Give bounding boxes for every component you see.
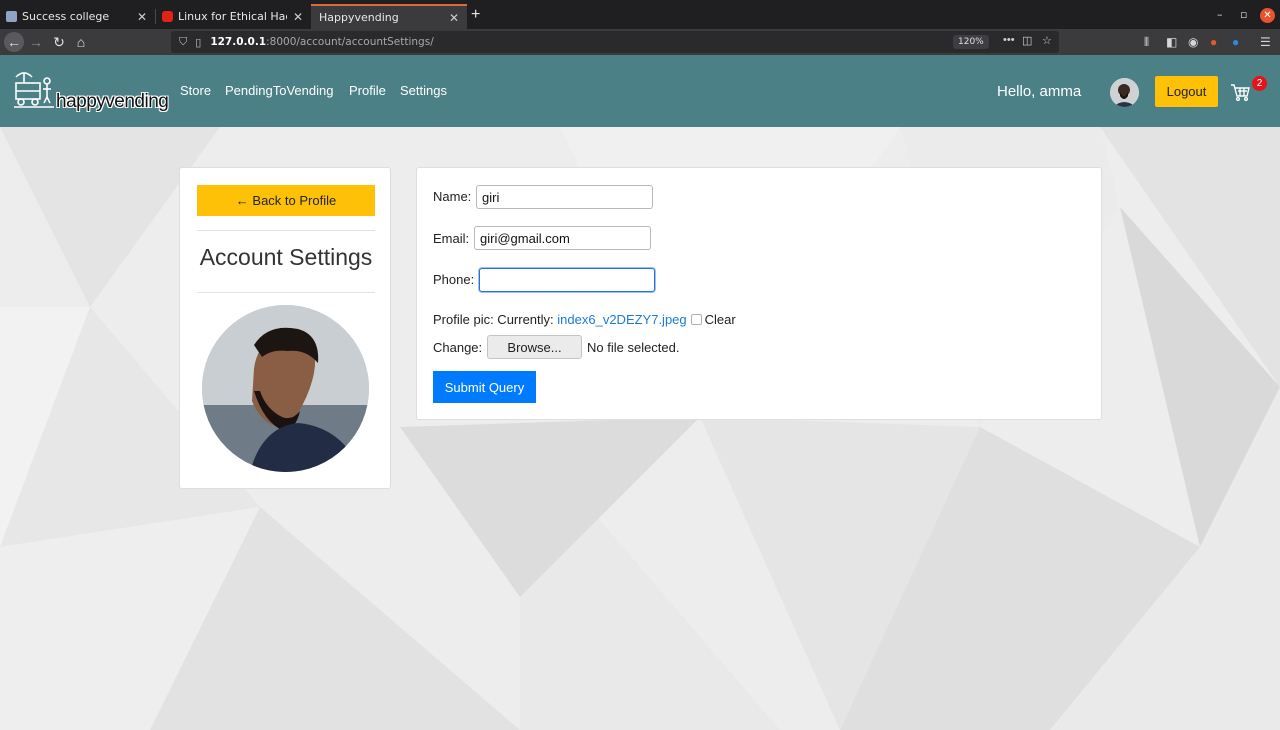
home-icon[interactable]: ⌂ [71,32,91,52]
browser-tab-bar: Success college ✕ Linux for Ethical Hack… [0,0,1280,29]
zoom-level[interactable]: 120% [953,35,989,49]
user-avatar[interactable] [1110,78,1139,107]
profile-pic-row: Profile pic: Currently: index6_v2DEZY7.j… [433,312,736,327]
page-icon: ▯ [195,36,202,49]
new-tab-icon[interactable]: + [471,6,480,24]
library-icon[interactable]: ⫴ [1144,35,1149,50]
nav-store[interactable]: Store [180,83,211,98]
clear-label: Clear [704,312,736,327]
close-tab-icon[interactable]: ✕ [293,10,303,24]
tab-title: Success college [22,10,110,23]
minimize-icon[interactable]: – [1217,8,1223,21]
tab-success-college[interactable]: Success college ✕ [0,4,155,29]
shield-icon: ⛉ [179,35,188,48]
greeting-text: Hello, amma [997,83,1082,100]
close-tab-icon[interactable]: ✕ [449,11,459,25]
profile-pic-label: Profile pic: Currently: [433,312,554,327]
name-label: Name: [433,189,472,204]
cart-count-badge: 2 [1252,76,1267,91]
profile-picture [202,305,369,472]
menu-icon[interactable]: ☰ [1260,35,1271,49]
phone-label: Phone: [433,272,475,287]
tab-linux-ethical-hackers[interactable]: Linux for Ethical Hackers ✕ [156,4,311,29]
more-actions-icon[interactable]: ••• [1003,34,1015,46]
change-label: Change: [433,340,483,355]
email-label: Email: [433,231,470,246]
sidebar-icon[interactable]: ◧ [1166,35,1177,49]
restore-icon[interactable]: ▫ [1240,8,1247,21]
extension-icon[interactable]: ● [1232,35,1239,49]
url-host: 127.0.0.1 [210,36,267,48]
back-to-profile-button[interactable]: ← Back to Profile [197,185,375,216]
url-path: :8000/account/accountSettings/ [266,36,434,48]
window-close-icon[interactable]: ✕ [1260,8,1275,23]
extension-icon[interactable]: ● [1210,35,1217,49]
account-icon[interactable]: ◉ [1188,35,1198,49]
pocket-icon[interactable]: ◫ [1022,34,1032,47]
no-file-status: No file selected. [587,340,680,355]
divider [197,292,375,293]
page-title: Account Settings [199,244,373,270]
nav-pending-to-vending[interactable]: PendingToVending [225,83,333,98]
tab-happyvending[interactable]: Happyvending ✕ [311,4,467,29]
email-field[interactable] [474,226,651,250]
nav-profile[interactable]: Profile [349,83,386,98]
profile-sidebar-card: ← Back to Profile Account Settings [179,167,391,489]
url-text: 127.0.0.1:8000/account/accountSettings/ [210,36,433,48]
reload-icon[interactable]: ↻ [49,32,69,52]
nav-settings[interactable]: Settings [400,83,447,98]
divider [197,230,375,231]
site-header: happyvending Store PendingToVending Prof… [0,55,1280,127]
youtube-favicon-icon [162,11,173,22]
college-favicon-icon [6,11,17,22]
shopping-cart-icon[interactable] [1230,82,1250,102]
tab-title: Happyvending [319,11,399,24]
bookmark-star-icon[interactable]: ☆ [1042,34,1052,47]
logo-text[interactable]: happyvending [56,91,169,113]
forward-arrow-icon[interactable]: → [26,32,46,52]
clear-checkbox[interactable] [690,314,702,325]
browser-toolbar: ← → ↻ ⌂ ⛉ ▯ 127.0.0.1:8000/account/accou… [0,29,1280,55]
phone-field[interactable] [479,268,655,292]
submit-button[interactable]: Submit Query [433,371,536,403]
logout-button[interactable]: Logout [1155,76,1218,107]
back-arrow-icon[interactable]: ← [4,32,24,52]
tab-title: Linux for Ethical Hackers [178,10,287,23]
browse-button[interactable]: Browse... [487,335,582,359]
name-field[interactable] [476,185,653,209]
current-file-link[interactable]: index6_v2DEZY7.jpeg [557,312,686,327]
address-bar[interactable]: ⛉ ▯ 127.0.0.1:8000/account/accountSettin… [171,31,1059,53]
close-tab-icon[interactable]: ✕ [137,10,147,24]
